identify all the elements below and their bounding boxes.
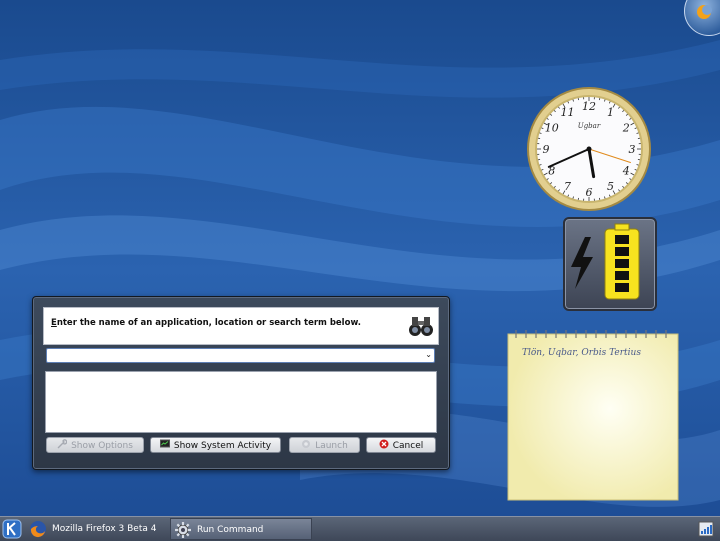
dialog-header: Enter the name of an application, locati… [43,307,439,345]
launch-label: Launch [315,441,348,451]
prompt-text: nter the name of an application, locatio… [57,318,361,328]
show-options-button[interactable]: Show Options [46,437,144,453]
clock-numeral: 11 [561,106,575,119]
show-system-activity-button[interactable]: Show System Activity [150,437,281,453]
kde-menu-icon[interactable] [2,519,22,539]
taskbar-item-label: Mozilla Firefox 3 Beta 4 [52,518,156,540]
clock-numeral: 12 [582,100,596,113]
taskbar-item-run-command[interactable]: Run Command [170,518,312,540]
show-system-activity-label: Show System Activity [174,441,271,451]
notes-text[interactable]: Tlön, Uqbar, Orbis Tertius [522,348,641,358]
launch-button[interactable]: Launch [289,437,360,453]
cancel-label: Cancel [393,441,424,451]
moon-icon [695,3,713,21]
firefox-icon [29,520,47,538]
system-monitor-icon [160,439,170,449]
analog-clock-widget[interactable]: 121234567891011 Ugbar [526,86,652,212]
clock-numeral: 10 [545,122,559,135]
results-list[interactable] [45,371,437,433]
clock-numeral: 3 [629,143,636,156]
network-signal-icon[interactable] [698,521,714,537]
launch-icon [301,439,311,449]
chevron-down-icon[interactable]: ⌄ [425,350,432,359]
dialog-prompt: Enter the name of an application, locati… [51,318,361,328]
clock-numeral: 1 [607,106,614,119]
binoculars-icon [408,313,434,339]
taskbar-item-firefox[interactable]: Mozilla Firefox 3 Beta 4 [26,518,166,540]
taskbar-item-label: Run Command [197,519,263,541]
gear-icon [174,521,192,539]
clock-numeral: 9 [543,143,550,156]
clock-brand: Ugbar [578,122,601,130]
battery-widget[interactable] [563,217,657,311]
cancel-icon [379,439,389,449]
battery-charging-icon [565,219,651,305]
clock-numeral: 2 [622,122,630,135]
clock-numeral: 5 [607,180,614,193]
wrench-icon [57,439,67,449]
show-options-label: Show Options [71,441,133,451]
taskbar: Mozilla Firefox 3 Beta 4 Run Command [0,516,720,541]
run-command-dialog: Enter the name of an application, locati… [32,296,450,470]
cancel-button[interactable]: Cancel [366,437,436,453]
command-input[interactable]: ⌄ [46,348,435,363]
clock-numeral: 7 [564,180,571,193]
clock-numeral: 4 [622,165,630,178]
